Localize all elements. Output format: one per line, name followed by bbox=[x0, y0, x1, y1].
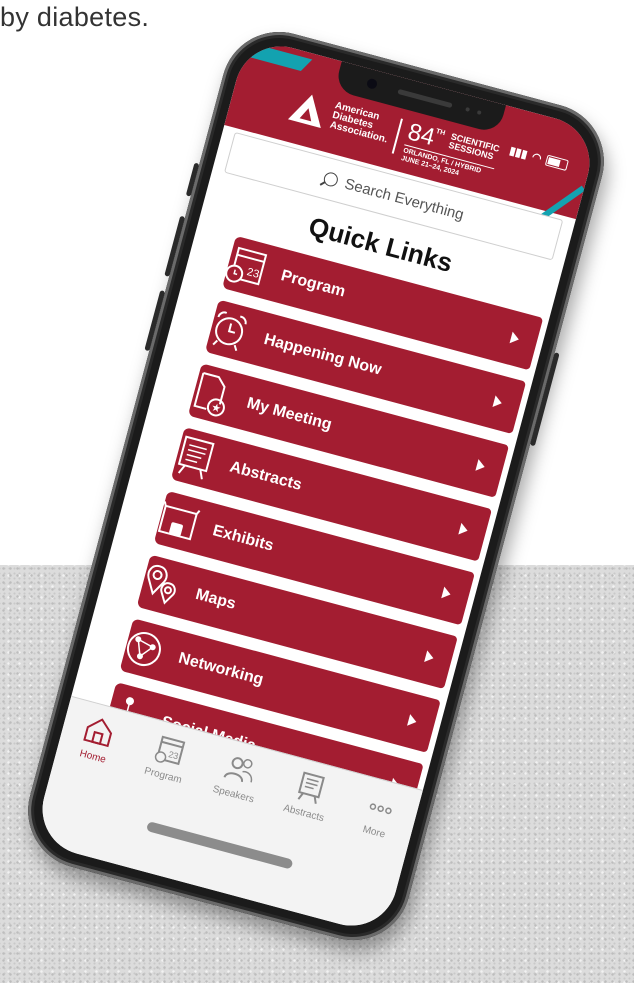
chevron-right-icon bbox=[509, 331, 521, 346]
search-icon bbox=[322, 170, 340, 188]
event-lockup: 84TH SCIENTIFIC SESSIONS ORLANDO, FL / H… bbox=[400, 118, 501, 187]
map-pin-icon bbox=[147, 564, 176, 605]
speaker-grille bbox=[397, 88, 453, 109]
tab-label: Abstracts bbox=[282, 802, 326, 825]
logo-divider bbox=[392, 118, 404, 154]
camera-icon bbox=[365, 77, 379, 90]
home-indicator[interactable] bbox=[145, 821, 294, 870]
svg-text:23: 23 bbox=[168, 749, 180, 761]
alarm-clock-icon bbox=[212, 311, 247, 352]
event-number: 84 bbox=[404, 118, 438, 152]
battery-icon bbox=[544, 154, 569, 171]
event-superscript: TH bbox=[435, 128, 446, 138]
tab-program[interactable]: 23 Program bbox=[133, 727, 203, 789]
chevron-right-icon bbox=[441, 586, 453, 601]
document-star-icon: ★ bbox=[193, 372, 226, 417]
abstracts-icon bbox=[297, 771, 325, 804]
tab-abstracts[interactable]: Abstracts bbox=[273, 765, 343, 827]
signal-icon: ▮▮▮ bbox=[508, 144, 529, 162]
tab-label: More bbox=[361, 824, 387, 841]
volume-down-button bbox=[144, 290, 166, 352]
org-name: American Diabetes Association. bbox=[328, 100, 389, 146]
chevron-right-icon bbox=[458, 522, 470, 537]
calendar-icon: 23 bbox=[154, 735, 186, 766]
chevron-right-icon bbox=[407, 714, 418, 728]
volume-up-button bbox=[164, 215, 186, 277]
tab-label: Home bbox=[78, 748, 107, 766]
network-globe-icon bbox=[126, 632, 161, 667]
svg-text:23: 23 bbox=[246, 266, 261, 281]
chevron-right-icon bbox=[475, 459, 487, 473]
tab-home[interactable]: Home bbox=[62, 708, 132, 770]
status-bar: ▮▮▮ ◠ bbox=[508, 144, 569, 172]
calendar-clock-icon: 23 bbox=[225, 246, 268, 286]
presentation-board-icon bbox=[177, 435, 215, 480]
ada-logo-mark-icon bbox=[287, 90, 329, 129]
tagline-text: by diabetes. bbox=[0, 2, 150, 32]
tab-speakers[interactable]: Speakers bbox=[203, 746, 273, 808]
sensor-dot bbox=[476, 110, 482, 115]
tab-more[interactable]: More bbox=[344, 783, 414, 845]
tab-label: Speakers bbox=[211, 783, 256, 806]
mute-switch bbox=[185, 162, 200, 197]
speakers-icon bbox=[223, 757, 253, 783]
chevron-right-icon bbox=[424, 650, 435, 665]
exhibit-booth-icon bbox=[157, 501, 201, 541]
tab-label: Program bbox=[143, 765, 183, 787]
wifi-icon: ◠ bbox=[530, 150, 543, 165]
chevron-right-icon bbox=[492, 395, 504, 410]
sensor-dot bbox=[465, 106, 471, 112]
more-dots-icon bbox=[369, 803, 392, 814]
accent-stripe bbox=[233, 41, 313, 71]
home-icon bbox=[83, 718, 113, 748]
